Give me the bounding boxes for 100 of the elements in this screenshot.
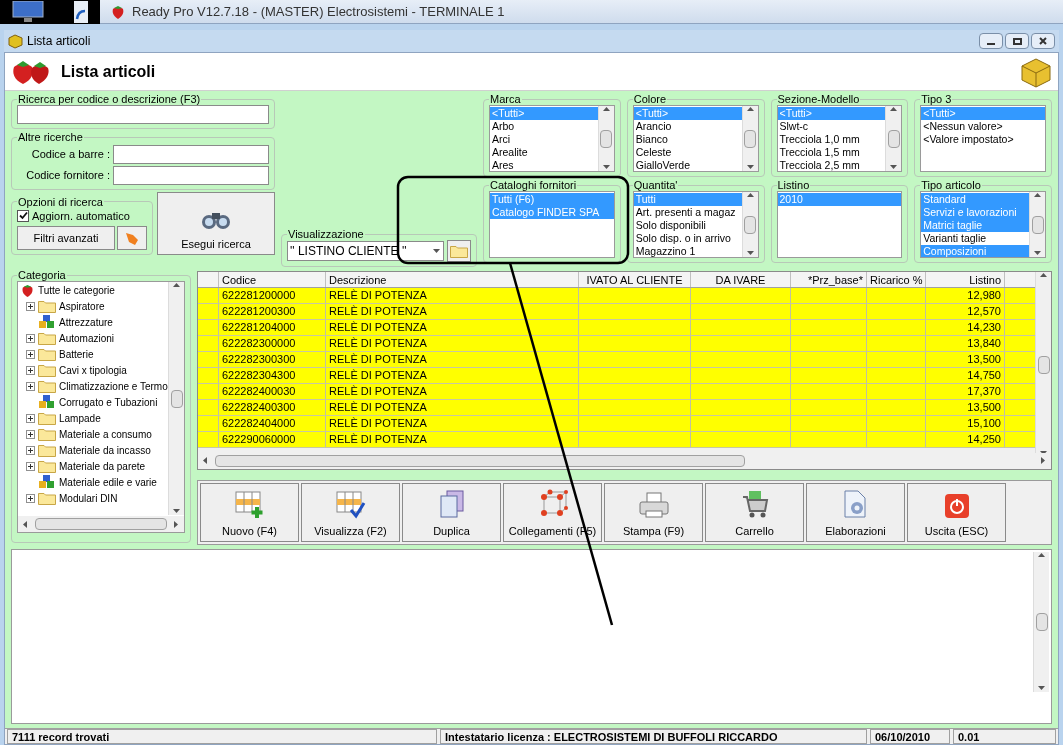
tree-item[interactable]: Materiale da parete (59, 458, 146, 474)
toolbar-button[interactable]: Duplica (402, 482, 501, 542)
list-item[interactable]: Art. presenti a magaz (633, 206, 742, 219)
input-field[interactable] (113, 166, 269, 185)
scroll-thumb[interactable] (1031, 215, 1044, 234)
column-header[interactable]: Descrizione (326, 272, 579, 287)
expand-icon[interactable] (26, 413, 35, 423)
tree-item[interactable]: Climatizzazione e Termo (59, 378, 168, 394)
tree-item[interactable]: Modulari DIN (59, 490, 118, 506)
list-item[interactable]: <Valore impostato> (921, 133, 1045, 146)
arrow-icon[interactable] (602, 164, 610, 171)
monitor-icon[interactable] (12, 1, 44, 23)
table-row[interactable]: 622282400300 RELÈ DI POTENZA 13,500 (198, 400, 1035, 416)
table-row[interactable]: 622282404000 RELÈ DI POTENZA 15,100 (198, 416, 1035, 432)
tree-item[interactable]: Tutte le categorie (38, 282, 115, 298)
tree-item[interactable]: Attrezzature (59, 314, 113, 330)
scrollbar[interactable] (597, 106, 614, 171)
table-row[interactable]: 622281200300 RELÈ DI POTENZA 12,570 (198, 304, 1035, 320)
table-row[interactable]: 622282300000 RELÈ DI POTENZA 13,840 (198, 336, 1035, 352)
expand-icon[interactable] (26, 381, 35, 391)
tree-item[interactable]: Lampade (59, 410, 101, 426)
column-header[interactable]: IVATO AL CLIENTE (579, 272, 691, 287)
table-row[interactable]: 622282400030 RELÈ DI POTENZA 17,370 (198, 384, 1035, 400)
maximize-button[interactable] (1005, 33, 1029, 49)
caret-icon[interactable] (433, 247, 440, 255)
scroll-thumb[interactable] (215, 454, 745, 467)
table-row[interactable]: 622281204000 RELÈ DI POTENZA 14,230 (198, 320, 1035, 336)
scroll-thumb[interactable] (35, 518, 167, 530)
expand-icon[interactable] (26, 493, 35, 503)
toolbar-button[interactable]: Carrello (705, 482, 804, 542)
toolbar-button[interactable]: Nuovo (F4) (200, 482, 299, 542)
tree-item[interactable]: Automazioni (59, 330, 115, 346)
minimize-button[interactable] (979, 33, 1003, 49)
shortcut-icon[interactable] (74, 1, 88, 23)
arrow-icon[interactable] (202, 457, 209, 465)
folder-button[interactable] (447, 240, 471, 262)
tree-item[interactable]: Aspiratore (59, 298, 105, 314)
tree-item[interactable]: Cavi x tipologia (59, 362, 127, 378)
column-header[interactable]: Codice (219, 272, 326, 287)
list-box[interactable]: <Tutti> <Nessun valore> <Valore impostato> (920, 105, 1046, 172)
arrow-icon[interactable] (1034, 192, 1041, 199)
list-item[interactable]: Trecciola 2,5 mm (777, 159, 886, 171)
column-header[interactable]: Listino (926, 272, 1005, 287)
filter-action-button[interactable] (117, 226, 147, 250)
arrow-icon[interactable] (173, 282, 180, 289)
list-item[interactable]: Bianco (633, 133, 742, 146)
list-item[interactable]: Magazzino 1 (633, 245, 742, 257)
arrow-icon[interactable] (890, 106, 898, 113)
list-item[interactable]: Arci (490, 133, 598, 146)
list-item[interactable]: Arancio (633, 120, 742, 133)
advanced-filters-button[interactable]: Filtri avanzati (17, 226, 115, 250)
expand-icon[interactable] (26, 461, 35, 471)
tree-item[interactable]: Batterie (59, 346, 94, 362)
scroll-thumb[interactable] (744, 215, 756, 234)
toolbar-button[interactable]: Stampa (F9) (604, 482, 703, 542)
toolbar-button[interactable]: Elaborazioni (806, 482, 905, 542)
scroll-thumb[interactable] (600, 129, 613, 148)
expand-icon[interactable] (26, 349, 35, 359)
toolbar-button[interactable]: Visualizza (F2) (301, 482, 400, 542)
expand-icon[interactable] (26, 445, 35, 455)
column-header[interactable]: DA IVARE (691, 272, 791, 287)
tree-item[interactable]: Materiale edile e varie (59, 474, 157, 490)
expand-icon[interactable] (26, 333, 35, 343)
arrow-icon[interactable] (1034, 250, 1041, 257)
arrow-icon[interactable] (602, 106, 610, 113)
scrollbar[interactable] (1033, 552, 1049, 692)
scroll-thumb[interactable] (170, 389, 183, 408)
list-item[interactable]: Celeste (633, 146, 742, 159)
scrollbar[interactable] (168, 282, 184, 515)
table-row[interactable]: 622290060000 RELÈ DI POTENZA 14,250 (198, 432, 1035, 448)
expand-icon[interactable] (26, 429, 35, 439)
list-item[interactable]: Solo disp. o in arrivo (633, 232, 742, 245)
list-box[interactable]: <Tutti> Arbo Arci Arealite Ares (489, 105, 615, 172)
list-item[interactable]: GialloVerde (633, 159, 742, 171)
expand-icon[interactable] (26, 301, 35, 311)
column-header[interactable]: Ricarico % (867, 272, 926, 287)
input-field[interactable] (113, 145, 269, 164)
arrow-icon[interactable] (1040, 272, 1047, 279)
table-row[interactable]: 622282300300 RELÈ DI POTENZA 13,500 (198, 352, 1035, 368)
list-box[interactable]: <Tutti> Slwt-c Trecciola 1,0 mm Trecciola 1,5 mm Trecciola 2,5 mm (776, 105, 903, 172)
list-item[interactable]: Arealite (490, 146, 598, 159)
list-item[interactable]: Solo disponibili (633, 219, 742, 232)
arrow-icon[interactable] (746, 192, 754, 199)
list-item[interactable]: Trecciola 1,5 mm (777, 146, 886, 159)
tree-item[interactable]: Materiale da incasso (59, 442, 151, 458)
arrow-icon[interactable] (746, 250, 754, 257)
close-button[interactable] (1031, 33, 1055, 49)
scrollbar[interactable] (741, 192, 758, 257)
toolbar-button[interactable]: Uscita (ESC) (907, 482, 1006, 542)
arrow-icon[interactable] (1038, 552, 1045, 559)
list-item[interactable]: Varianti taglie (921, 232, 1029, 245)
view-dropdown[interactable]: '' LISTINO CLIENTE '' (287, 241, 444, 261)
search-field[interactable] (17, 105, 269, 124)
arrow-icon[interactable] (22, 520, 29, 528)
horizontal-scrollbar[interactable] (18, 516, 184, 532)
table-row[interactable]: 622282304300 RELÈ DI POTENZA 14,750 (198, 368, 1035, 384)
table-row[interactable]: 622281200000 RELÈ DI POTENZA 12,980 (198, 288, 1035, 304)
checkbox[interactable] (17, 209, 29, 222)
run-search-button[interactable]: Esegui ricerca (157, 192, 275, 255)
tree-item[interactable]: Corrugato e Tubazioni (59, 394, 158, 410)
